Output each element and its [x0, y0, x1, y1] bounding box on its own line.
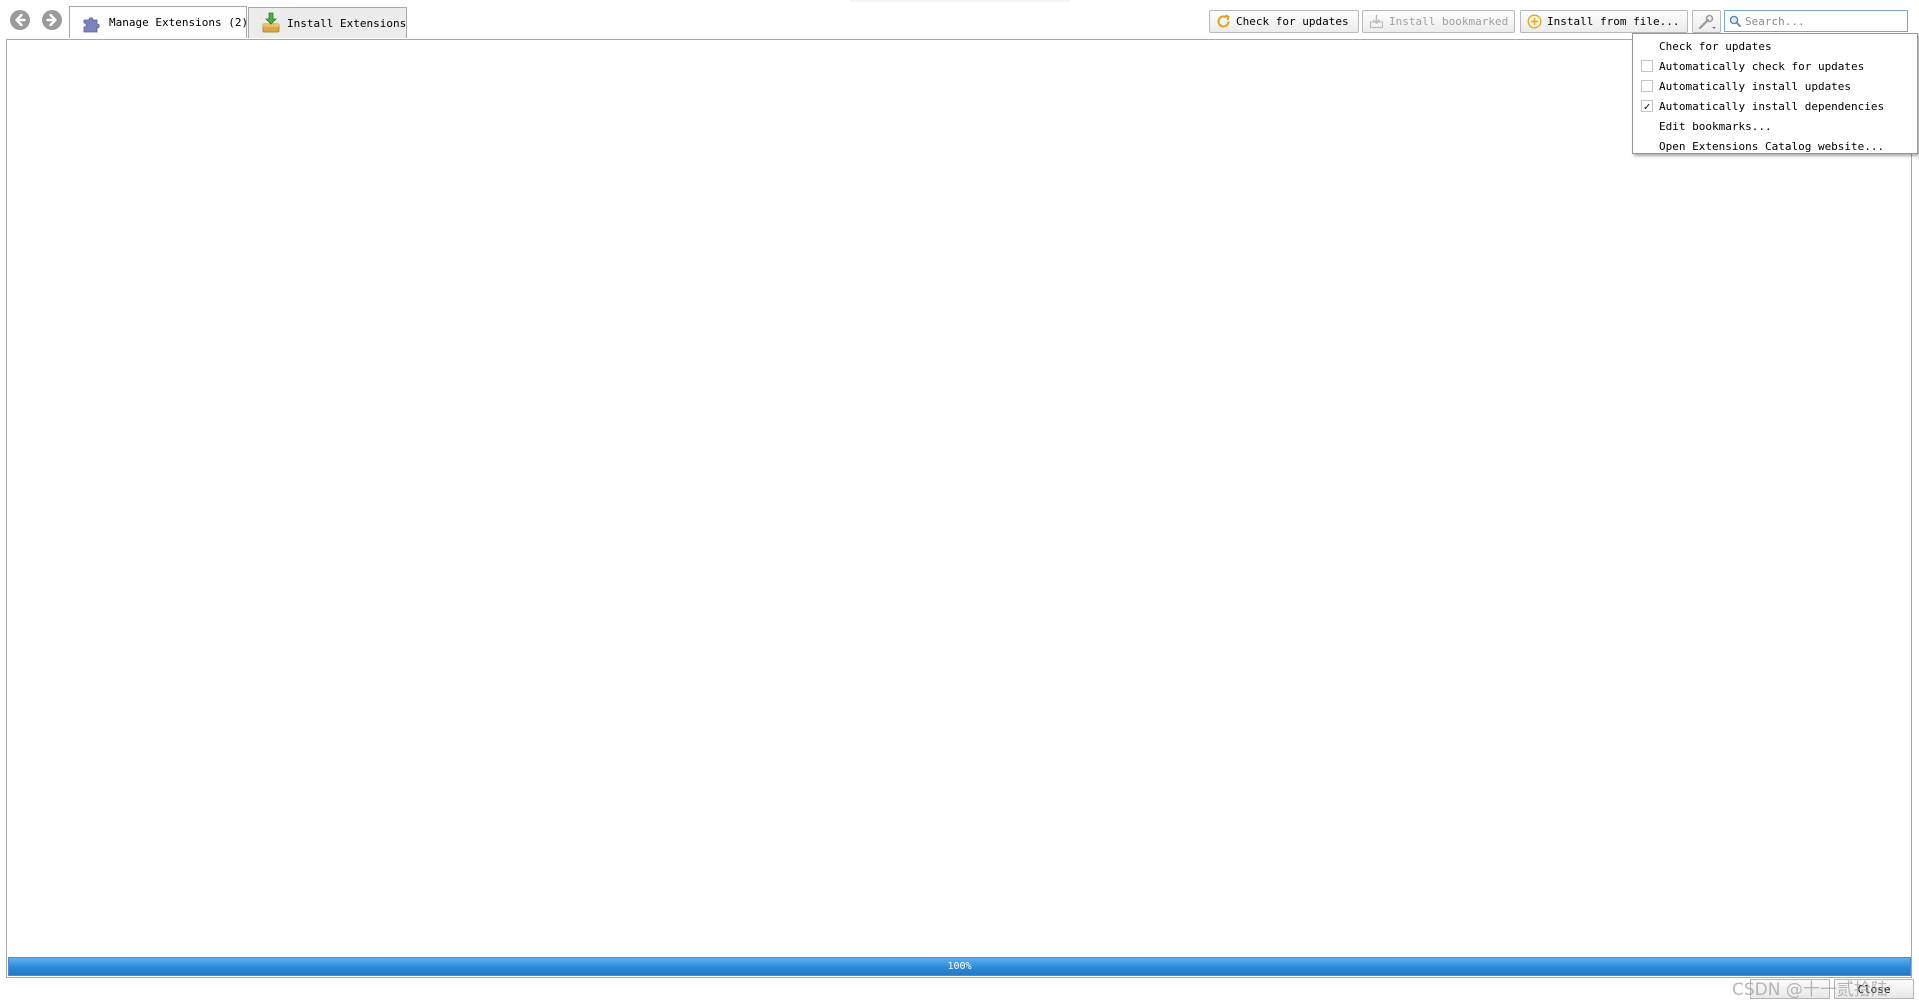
- menu-item-label: Check for updates: [1659, 39, 1772, 53]
- extensions-list-area: [6, 39, 1912, 978]
- search-field[interactable]: [1724, 10, 1908, 32]
- download-box-icon: [261, 12, 281, 34]
- menu-item-label: Automatically check for updates: [1659, 59, 1865, 73]
- tab-install-extensions-label: Install Extensions: [287, 16, 407, 30]
- window-top-edge: [850, 0, 1070, 2]
- auto-check-updates-checkbox[interactable]: [1641, 60, 1653, 72]
- tab-manage-extensions[interactable]: Manage Extensions (2): [69, 6, 249, 38]
- watermark: CSDN @十一贰拾陆: [1732, 980, 1888, 1000]
- install-bookmark-icon: [1369, 14, 1384, 29]
- check-for-updates-button[interactable]: Check for updates: [1209, 10, 1359, 33]
- menu-item-edit-bookmarks[interactable]: Edit bookmarks...: [1633, 116, 1917, 136]
- forward-arrow-icon: [41, 9, 63, 34]
- menu-item-label: Automatically install updates: [1659, 79, 1852, 93]
- menu-item-label: Open Extensions Catalog website...: [1659, 139, 1885, 153]
- options-dropdown-menu: Check for updates Automatically check fo…: [1632, 33, 1918, 154]
- auto-install-updates-checkbox[interactable]: [1641, 80, 1653, 92]
- menu-item-auto-install-updates[interactable]: Automatically install updates: [1633, 76, 1917, 96]
- tab-install-extensions[interactable]: Install Extensions: [248, 7, 407, 38]
- menu-item-label: Automatically install dependencies: [1659, 99, 1885, 113]
- install-bookmarked-button[interactable]: Install bookmarked: [1362, 10, 1515, 33]
- tab-manage-extensions-label: Manage Extensions (2): [109, 16, 249, 29]
- back-button[interactable]: [9, 9, 31, 34]
- refresh-icon: [1216, 14, 1231, 29]
- menu-item-auto-install-dependencies[interactable]: ✓ Automatically install dependencies: [1633, 96, 1917, 116]
- progress-bar: 100%: [8, 957, 1911, 976]
- install-from-file-label: Install from file...: [1547, 15, 1680, 28]
- install-bookmarked-label: Install bookmarked: [1389, 15, 1509, 28]
- progress-label: 100%: [947, 961, 972, 972]
- forward-button[interactable]: [41, 9, 63, 34]
- menu-item-check-for-updates[interactable]: Check for updates: [1633, 36, 1917, 56]
- auto-install-dependencies-checkbox[interactable]: ✓: [1641, 100, 1653, 112]
- add-circle-icon: [1527, 14, 1542, 29]
- menu-item-open-catalog-website[interactable]: Open Extensions Catalog website...: [1633, 136, 1917, 156]
- options-menu-button[interactable]: [1692, 10, 1721, 33]
- menu-item-label: Edit bookmarks...: [1659, 119, 1772, 133]
- search-input[interactable]: [1741, 14, 1895, 28]
- install-from-file-button[interactable]: Install from file...: [1520, 10, 1688, 33]
- wrench-icon: [1697, 14, 1717, 30]
- check-for-updates-label: Check for updates: [1236, 15, 1349, 28]
- puzzle-icon: [81, 13, 103, 33]
- search-icon: [1729, 15, 1741, 27]
- back-arrow-icon: [9, 9, 31, 34]
- menu-item-auto-check-updates[interactable]: Automatically check for updates: [1633, 56, 1917, 76]
- checkmark-icon: ✓: [1643, 99, 1651, 113]
